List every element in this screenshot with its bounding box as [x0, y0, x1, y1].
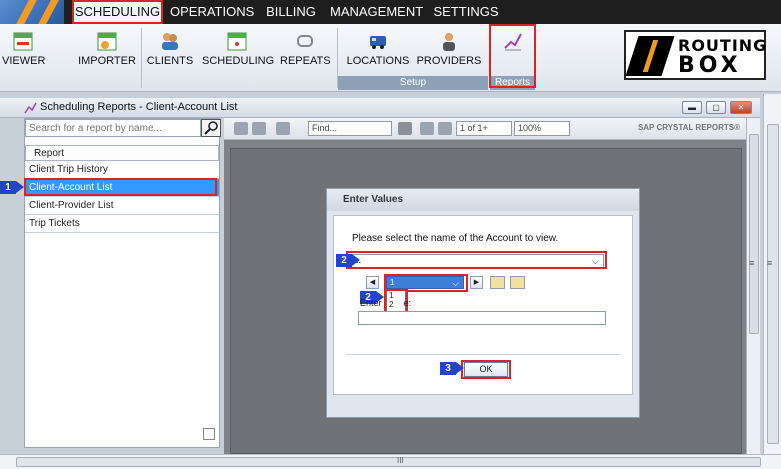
menu-settings[interactable]: SETTINGS: [432, 0, 500, 24]
locations-label: LOCATIONS: [346, 55, 410, 67]
clients-label: CLIENTS: [146, 55, 194, 67]
account-prompt: Please select the name of the Account to…: [352, 233, 559, 244]
report-item-trip-tickets[interactable]: Trip Tickets: [25, 215, 219, 233]
top-menubar: SCHEDULING OPERATIONS BILLING MANAGEMENT…: [0, 0, 781, 24]
importer-label: IMPORTER: [78, 55, 136, 67]
viewer-button[interactable]: VIEWER: [2, 26, 46, 74]
step-marker-1: 1: [0, 181, 24, 194]
report-item-client-trip-history[interactable]: Client Trip History: [25, 161, 219, 179]
import-calendar-icon: [97, 32, 117, 51]
report-icon: [24, 102, 37, 114]
reports-highlight: [489, 24, 536, 88]
selection-highlight: [24, 178, 217, 196]
app-logo-icon: [0, 0, 64, 24]
export-icon[interactable]: [276, 122, 290, 135]
repeats-button[interactable]: REPEATS: [280, 26, 331, 74]
zoom-select[interactable]: 100%: [514, 121, 570, 136]
locations-button[interactable]: LOCATIONS: [346, 26, 410, 74]
prev-page-icon[interactable]: [438, 122, 452, 135]
search-icon: [204, 121, 218, 135]
bottom-scrollbar[interactable]: III: [0, 454, 781, 469]
minimize-button[interactable]: ▬: [682, 101, 702, 114]
brand-line2: BOX: [678, 53, 742, 78]
panel-checkbox[interactable]: [203, 428, 215, 440]
step-marker-3: 3: [440, 362, 464, 375]
menu-operations[interactable]: OPERATIONS: [170, 0, 254, 24]
right-scrollbar[interactable]: [763, 94, 781, 454]
setup-group-label: Setup: [338, 76, 488, 90]
step-marker-2a: 2: [336, 254, 360, 267]
viewer-toolbar: Find... 1 of 1+ 100% SAP CRYSTAL REPORTS…: [224, 118, 746, 140]
ok-highlight: [461, 360, 511, 379]
prev-value-button[interactable]: ◀: [366, 276, 379, 289]
outer-splitter-grip[interactable]: ≡: [767, 258, 772, 268]
report-item-client-provider-list[interactable]: Client-Provider List: [25, 197, 219, 215]
filter-icon[interactable]: [490, 276, 505, 289]
bus-icon: [370, 36, 386, 49]
window-title: Scheduling Reports - Client-Account List: [40, 101, 238, 113]
crystal-reports-brand: SAP CRYSTAL REPORTS®: [637, 123, 740, 132]
routingbox-logo: ROUTING BOX: [624, 30, 766, 80]
maximize-button[interactable]: ▢: [706, 101, 726, 114]
clients-button[interactable]: CLIENTS: [146, 26, 194, 74]
repeats-label: REPEATS: [280, 55, 331, 67]
clear-filter-icon[interactable]: [510, 276, 525, 289]
menu-scheduling[interactable]: SCHEDULING: [72, 0, 163, 24]
report-list-panel: Report Client Trip History Client-Accoun…: [24, 118, 221, 448]
scheduling-button[interactable]: SCHEDULING: [202, 26, 275, 74]
menu-billing[interactable]: BILLING: [262, 0, 320, 24]
close-button[interactable]: ✕: [730, 101, 752, 114]
print-icon[interactable]: [234, 122, 248, 135]
viewer-label: VIEWER: [2, 55, 46, 67]
menu-management[interactable]: MANAGEMENT: [330, 0, 423, 24]
dialog-title: Enter Values: [327, 189, 639, 211]
provider-person-icon: [443, 33, 455, 51]
account-select-highlight: [346, 251, 607, 269]
enter-value-input[interactable]: [358, 311, 606, 325]
repeat-icon: [297, 35, 313, 47]
refresh-icon[interactable]: [252, 122, 266, 135]
window-titlebar: Scheduling Reports - Client-Account List…: [0, 98, 760, 118]
enter-value-label: Enter e:: [360, 298, 412, 308]
importer-button[interactable]: IMPORTER: [78, 26, 136, 74]
find-input[interactable]: Find...: [308, 121, 392, 136]
calendar-icon: [13, 32, 33, 51]
scheduling-label: SCHEDULING: [202, 55, 275, 67]
search-button[interactable]: [201, 119, 221, 137]
next-value-button[interactable]: ▶: [470, 276, 483, 289]
splitter-grip[interactable]: ≡: [749, 258, 754, 268]
report-search-input[interactable]: [25, 119, 201, 137]
page-indicator[interactable]: 1 of 1+: [456, 121, 512, 136]
viewer-scrollbar[interactable]: [746, 118, 760, 454]
dialog-divider: [346, 354, 620, 355]
people-icon: [162, 33, 178, 50]
binoculars-icon[interactable]: [398, 122, 412, 135]
report-column-header: Report: [25, 145, 219, 161]
schedule-calendar-icon: [227, 32, 247, 51]
first-page-icon[interactable]: [420, 122, 434, 135]
providers-label: PROVIDERS: [416, 55, 482, 67]
providers-button[interactable]: PROVIDERS: [416, 26, 482, 74]
